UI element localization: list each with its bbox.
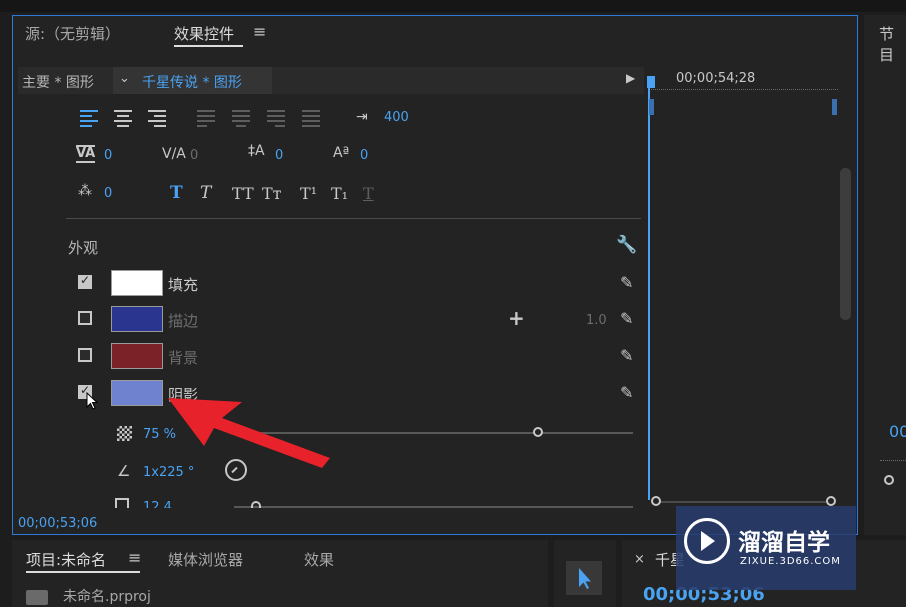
wrench-icon[interactable]: 🔧 (616, 235, 637, 255)
all-caps-button[interactable]: TT (232, 184, 254, 203)
master-clip-label[interactable]: 主要 * 图形 (22, 72, 94, 92)
playhead-line[interactable] (648, 88, 650, 500)
distance-slider-track[interactable] (234, 506, 633, 508)
project-menu-icon[interactable]: ≡ (128, 548, 141, 567)
kerning-icon: VA (76, 145, 96, 163)
appearance-title: 外观 (68, 239, 99, 257)
timeline-timecode: 00;00;54;28 (676, 71, 756, 86)
program-zoom-handle[interactable] (884, 475, 894, 485)
align-right-icon[interactable] (148, 110, 168, 127)
shadow-distance-value[interactable]: 12.4 (143, 500, 172, 508)
zoom-left-handle[interactable] (651, 496, 661, 506)
background-checkbox[interactable] (78, 348, 92, 362)
watermark-logo-icon (684, 518, 730, 564)
add-stroke-icon[interactable]: + (508, 306, 525, 330)
tab-effect-controls[interactable]: 效果控件 (174, 23, 234, 44)
leading-value[interactable]: 0 (275, 148, 283, 163)
shadow-color-swatch[interactable] (111, 380, 163, 406)
background-label: 背景 (168, 349, 199, 367)
fill-color-swatch[interactable] (111, 270, 163, 296)
program-timecode[interactable]: 00 (889, 422, 906, 441)
superscript-button[interactable]: T¹ (300, 184, 317, 203)
fill-label: 填充 (168, 276, 199, 294)
baseline-shift-icon: Aª (333, 145, 350, 161)
current-timecode[interactable]: 00;00;53;06 (18, 516, 97, 531)
selection-arrow-icon (579, 568, 591, 589)
stroke-width-value[interactable]: 1.0 (586, 313, 607, 328)
opacity-icon (117, 426, 132, 441)
effect-timeline (648, 67, 854, 508)
subscript-button[interactable]: T₁ (331, 184, 348, 203)
stroke-eyedropper-icon[interactable]: ✎ (620, 309, 633, 328)
stroke-checkbox[interactable] (78, 311, 92, 325)
tab-project[interactable]: 项目:未命名 (26, 549, 106, 570)
justify-left-icon[interactable] (197, 110, 217, 127)
tab-width-icon: ⇥ (356, 109, 368, 125)
horizontal-scrollbar-track[interactable] (656, 501, 831, 503)
kerning-value[interactable]: 0 (104, 148, 112, 163)
tab-width-value[interactable]: 400 (384, 110, 409, 125)
stroke-color-swatch[interactable] (111, 306, 163, 332)
underline-button[interactable]: T (363, 184, 374, 203)
project-file-name[interactable]: 未命名.prproj (63, 586, 151, 606)
stroke-label: 描边 (168, 312, 199, 330)
zoom-right-handle[interactable] (826, 496, 836, 506)
justify-all-icon[interactable] (302, 110, 322, 127)
clip-start-marker (649, 99, 654, 115)
top-strip (0, 0, 906, 12)
background-color-swatch[interactable] (111, 343, 163, 369)
active-tab-underline (174, 45, 243, 47)
tsume-icon: ⁂ (78, 183, 92, 199)
fill-eyedropper-icon[interactable]: ✎ (620, 273, 633, 292)
chevron-down-icon[interactable]: ⌄ (119, 71, 130, 86)
project-tab-underline (26, 571, 140, 573)
playhead-marker[interactable] (647, 76, 655, 88)
align-center-icon[interactable] (114, 110, 134, 127)
tracking-icon: V/A (162, 146, 186, 162)
distance-icon (115, 498, 129, 508)
program-ruler (880, 460, 906, 471)
distance-slider-knob[interactable] (251, 501, 261, 508)
clip-header (18, 67, 644, 94)
faux-bold-button[interactable]: T (170, 183, 183, 203)
angle-icon: ∠ (117, 462, 131, 480)
shadow-eyedropper-icon[interactable]: ✎ (620, 383, 633, 402)
tracking-value[interactable]: 0 (190, 148, 198, 163)
tab-media-browser[interactable]: 媒体浏览器 (168, 549, 243, 570)
baseline-value[interactable]: 0 (360, 148, 368, 163)
tab-effects[interactable]: 效果 (304, 549, 334, 570)
watermark-url: ZIXUE.3D66.COM (740, 556, 841, 567)
timeline-ruler (648, 89, 838, 95)
panel-menu-icon[interactable]: ≡ (253, 22, 266, 41)
project-folder-icon (26, 590, 48, 605)
section-divider (66, 218, 641, 219)
opacity-slider-knob[interactable] (533, 427, 543, 437)
play-triangle-icon[interactable]: ▶ (626, 71, 635, 85)
close-icon[interactable]: × (634, 552, 645, 567)
small-caps-button[interactable]: Tт (262, 184, 282, 203)
leading-icon: ‡A (248, 143, 265, 159)
red-arrow-annotation (168, 398, 330, 468)
tab-program[interactable]: 节目 (879, 23, 906, 65)
program-monitor-panel (864, 15, 906, 535)
clip-end-marker (832, 99, 837, 115)
clip-name[interactable]: 千星传说 * 图形 (142, 72, 242, 92)
faux-italic-button[interactable]: T (200, 183, 211, 203)
fill-checkbox[interactable] (78, 273, 92, 289)
tab-source[interactable]: 源:（无剪辑） (25, 23, 120, 44)
justify-center-icon[interactable] (232, 110, 252, 127)
background-eyedropper-icon[interactable]: ✎ (620, 346, 633, 365)
align-left-icon[interactable] (80, 110, 100, 127)
justify-right-icon[interactable] (267, 110, 287, 127)
selection-tool-button[interactable] (566, 561, 602, 595)
mouse-cursor-icon (86, 392, 99, 410)
vertical-scrollbar[interactable] (840, 168, 851, 320)
tsume-value[interactable]: 0 (104, 186, 112, 201)
watermark-title: 溜溜自学 (738, 530, 830, 556)
